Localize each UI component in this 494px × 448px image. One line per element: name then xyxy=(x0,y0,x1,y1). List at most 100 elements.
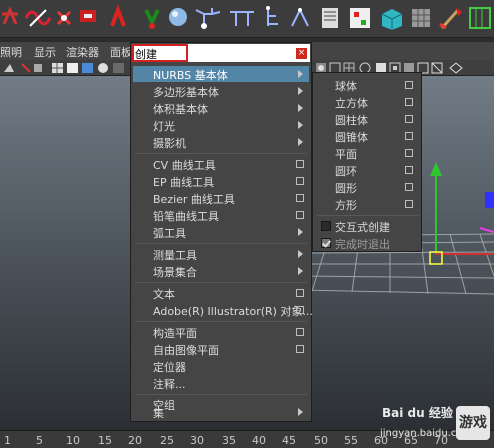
menu-item-label: CV 曲线工具 xyxy=(153,159,216,172)
menu-item-label: 测量工具 xyxy=(153,249,197,262)
menu-item-adobe-illustrator-object[interactable]: Adobe(R) Illustrator(R) 对象... xyxy=(133,302,313,318)
option-box-icon[interactable] xyxy=(296,177,304,185)
submenu-arrow-icon xyxy=(298,267,303,275)
interactive-create-toggle[interactable]: 交互式创建 xyxy=(315,218,421,234)
time-tick: 5 xyxy=(36,434,43,447)
menu-renderer[interactable]: 渲染器 xyxy=(66,44,99,60)
menu-item-empty-group[interactable]: 空组 xyxy=(133,387,309,412)
image-plane-icon[interactable] xyxy=(34,64,42,72)
menu-item-measure-tools[interactable]: 测量工具 xyxy=(133,246,309,262)
option-box-icon[interactable] xyxy=(296,289,304,297)
option-box-icon[interactable] xyxy=(405,132,413,140)
option-box-icon[interactable] xyxy=(405,149,413,157)
option-box-icon[interactable] xyxy=(405,115,413,123)
submenu-item-cube[interactable]: 立方体 xyxy=(315,94,421,110)
title-highlight-box xyxy=(132,44,188,62)
manipulator-y-axis-icon[interactable] xyxy=(430,162,442,254)
paint-brush-icon[interactable] xyxy=(439,8,462,30)
submenu-item-plane[interactable]: 平面 xyxy=(315,145,421,161)
menu-item-label: 自由图像平面 xyxy=(153,344,219,357)
menu-item-scene-assembly[interactable]: 场景集合 xyxy=(133,263,309,279)
safe-title-icon[interactable] xyxy=(431,62,443,74)
option-box-icon[interactable] xyxy=(405,166,413,174)
option-box-icon[interactable] xyxy=(296,211,304,219)
close-icon[interactable]: × xyxy=(296,48,307,59)
option-box-icon[interactable] xyxy=(296,306,304,314)
option-box-icon[interactable] xyxy=(405,200,413,208)
camera-attributes-icon[interactable] xyxy=(4,64,14,72)
wave-tool-icon[interactable] xyxy=(24,9,52,27)
lighting-icon[interactable] xyxy=(98,63,108,73)
option-box-icon[interactable] xyxy=(405,98,413,106)
option-box-icon[interactable] xyxy=(405,81,413,89)
shadows-icon[interactable] xyxy=(113,63,124,73)
menu-item-free-image-plane[interactable]: 自由图像平面 xyxy=(133,341,309,357)
menu-panels[interactable]: 面板 xyxy=(110,44,132,60)
time-tick: 45 xyxy=(282,434,296,447)
attribute-editor-icon[interactable] xyxy=(350,8,370,28)
submenu-item-label: 交互式创建 xyxy=(335,221,390,234)
interactive-create-checkbox[interactable] xyxy=(321,221,331,231)
twist-tool-icon[interactable] xyxy=(56,10,72,26)
ik-handle-icon[interactable] xyxy=(230,11,254,26)
submenu-item-label: 圆柱体 xyxy=(335,114,368,127)
menu-item-label: 集 xyxy=(153,407,164,420)
menu-item-label: Bezier 曲线工具 xyxy=(153,193,235,206)
two-sided-lighting-icon[interactable] xyxy=(449,62,463,74)
menu-item-bezier-curve-tool[interactable]: Bezier 曲线工具 xyxy=(133,190,309,206)
option-box-icon[interactable] xyxy=(296,160,304,168)
lattice-icon[interactable] xyxy=(469,7,491,29)
submenu-item-square[interactable]: 方形 xyxy=(315,196,421,212)
menu-item-volume-primitives[interactable]: 体积基本体 xyxy=(133,100,309,116)
watermark-badge: 游戏 xyxy=(456,406,490,440)
time-tick: 30 xyxy=(190,434,204,447)
menu-item-arc-tools[interactable]: 弧工具 xyxy=(133,224,309,240)
submenu-arrow-icon xyxy=(298,121,303,129)
submenu-item-torus[interactable]: 圆环 xyxy=(315,162,421,178)
menu-item-sets[interactable]: 集 xyxy=(133,404,309,420)
bind-skin-icon[interactable] xyxy=(291,7,309,27)
flare-tool-icon[interactable] xyxy=(80,10,96,22)
menu-item-construction-plane[interactable]: 构造平面 xyxy=(133,324,309,340)
exit-on-completion-checkbox[interactable] xyxy=(321,238,331,248)
bend-tool-icon[interactable] xyxy=(2,6,18,25)
option-box-icon[interactable] xyxy=(296,328,304,336)
menu-item-cv-curve-tool[interactable]: CV 曲线工具 xyxy=(133,156,309,172)
squash-tool-icon[interactable] xyxy=(144,9,160,29)
channel-box-icon[interactable] xyxy=(322,8,338,28)
menu-item-label: 构造平面 xyxy=(153,327,197,340)
menu-show[interactable]: 显示 xyxy=(34,44,56,60)
cube-icon[interactable] xyxy=(381,9,403,30)
submenu-item-cylinder[interactable]: 圆柱体 xyxy=(315,111,421,127)
menu-item-text[interactable]: 文本 xyxy=(133,285,309,301)
menu-item-nurbs-primitives[interactable]: NURBS 基本体 xyxy=(133,66,309,82)
menu-lighting[interactable]: 照明 xyxy=(0,44,22,60)
sphere-icon[interactable] xyxy=(169,8,187,26)
menu-item-pencil-curve-tool[interactable]: 铅笔曲线工具 xyxy=(133,207,309,223)
option-box-icon[interactable] xyxy=(296,345,304,353)
manipulator-z-axis-icon[interactable] xyxy=(485,192,494,208)
grid-cube-icon[interactable] xyxy=(412,9,430,27)
menu-item-ep-curve-tool[interactable]: EP 曲线工具 xyxy=(133,173,309,189)
bookmark-icon[interactable] xyxy=(21,63,31,73)
joint-tool-icon[interactable] xyxy=(195,8,221,29)
create-menu-title-bar[interactable]: 创建 × xyxy=(132,44,310,62)
option-box-icon[interactable] xyxy=(405,183,413,191)
sine-tool-icon[interactable] xyxy=(110,4,126,27)
textured-icon[interactable] xyxy=(82,63,93,73)
wireframe-icon[interactable] xyxy=(52,63,63,73)
time-tick: 50 xyxy=(314,434,328,447)
submenu-item-cone[interactable]: 圆锥体 xyxy=(315,128,421,144)
submenu-item-sphere[interactable]: 球体 xyxy=(315,77,421,93)
submenu-arrow-icon xyxy=(298,104,303,112)
smooth-shade-icon[interactable] xyxy=(67,63,78,73)
menu-item-lights[interactable]: 灯光 xyxy=(133,117,309,133)
menu-item-polygon-primitives[interactable]: 多边形基本体 xyxy=(133,83,309,99)
submenu-item-circle[interactable]: 圆形 xyxy=(315,179,421,195)
watermark-brand: Bai du 经验 xyxy=(382,406,453,420)
exit-on-completion-toggle[interactable]: 完成时退出 xyxy=(315,235,421,251)
option-box-icon[interactable] xyxy=(296,194,304,202)
skeleton-icon[interactable] xyxy=(266,6,278,26)
menu-item-locator[interactable]: 定位器 xyxy=(133,358,309,374)
menu-item-cameras[interactable]: 摄影机 xyxy=(133,134,309,150)
